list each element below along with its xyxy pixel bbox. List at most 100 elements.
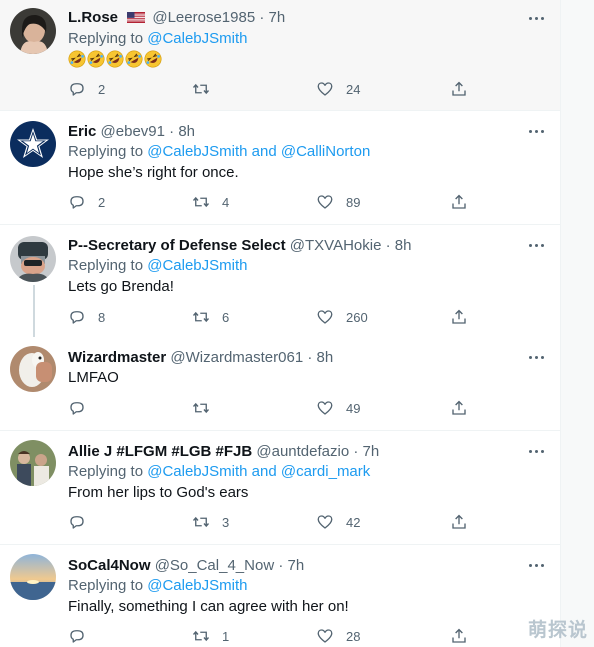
tweet[interactable]: P--Secretary of Defense Select @TXVAHoki… (0, 225, 560, 337)
more-icon[interactable] (526, 125, 546, 139)
reply-icon (70, 83, 84, 96)
like-icon (317, 515, 333, 529)
avatar[interactable] (10, 8, 56, 54)
replying-to: Replying to @CalebJSmith and @cardi_mark (68, 462, 370, 482)
like-count: 89 (346, 194, 361, 210)
avatar[interactable] (10, 236, 56, 282)
more-icon[interactable] (526, 351, 546, 365)
tweet[interactable]: L.Rose @Leerose1985 · 7h Replying to @Ca… (0, 0, 560, 111)
tweet-header: Allie J #LFGM #LGB #FJB @auntdefazio · 7… (68, 442, 379, 462)
like-button[interactable]: 260 (316, 307, 368, 327)
mention-joiner: and (251, 463, 277, 480)
display-name[interactable]: Eric (68, 123, 96, 140)
rolling-on-floor-laughing-icon (144, 50, 162, 68)
us-flag-icon (127, 12, 146, 23)
mention-link[interactable]: @cardi_mark (281, 463, 370, 480)
retweet-icon (192, 630, 210, 642)
more-icon[interactable] (526, 12, 546, 26)
timestamp[interactable]: 8h (317, 349, 334, 366)
replying-to: Replying to @CalebJSmith (68, 29, 247, 49)
share-button[interactable] (450, 512, 468, 532)
reply-button[interactable] (68, 512, 98, 532)
like-button[interactable]: 24 (316, 79, 360, 99)
more-icon[interactable] (526, 239, 546, 253)
avatar[interactable] (10, 346, 56, 392)
handle[interactable]: @Leerose1985 (152, 9, 255, 26)
display-name[interactable]: SoCal4Now (68, 557, 151, 574)
reply-button[interactable]: 2 (68, 79, 105, 99)
mention-link[interactable]: @CalliNorton (281, 143, 370, 160)
more-icon[interactable] (526, 559, 546, 573)
right-gutter (560, 0, 594, 647)
reply-button[interactable]: 2 (68, 192, 105, 212)
tweet[interactable]: Wizardmaster @Wizardmaster061 · 8h LMFAO… (0, 337, 560, 431)
like-icon (317, 82, 333, 96)
share-button[interactable] (450, 192, 468, 212)
share-button[interactable] (450, 79, 468, 99)
handle[interactable]: @Wizardmaster061 (170, 349, 303, 366)
tweet-actions: 2 4 89 (68, 192, 488, 212)
tweet[interactable]: SoCal4Now @So_Cal_4_Now · 7h Replying to… (0, 545, 560, 647)
reply-button[interactable] (68, 626, 98, 646)
mention-link[interactable]: @CalebJSmith (147, 143, 247, 160)
like-button[interactable]: 28 (316, 626, 360, 646)
display-name[interactable]: Wizardmaster (68, 349, 166, 366)
retweet-button[interactable]: 1 (192, 626, 229, 646)
tweet-actions: 8 6 260 (68, 307, 488, 327)
share-icon (452, 309, 466, 324)
retweet-button[interactable]: 4 (192, 192, 229, 212)
rolling-on-floor-laughing-icon (106, 50, 124, 68)
mention-link[interactable]: @CalebJSmith (147, 30, 247, 47)
mention-link[interactable]: @CalebJSmith (147, 463, 247, 480)
reply-icon (70, 311, 84, 324)
mention-link[interactable]: @CalebJSmith (147, 577, 247, 594)
retweet-button[interactable] (192, 398, 222, 418)
more-icon[interactable] (526, 445, 546, 459)
timestamp[interactable]: 7h (288, 557, 305, 574)
display-name[interactable]: Allie J #LFGM #LGB #FJB (68, 443, 252, 460)
tweet-text: Hope she’s right for once. (68, 164, 239, 181)
timestamp[interactable]: 8h (395, 237, 412, 254)
share-button[interactable] (450, 398, 468, 418)
like-button[interactable]: 42 (316, 512, 360, 532)
handle[interactable]: @TXVAHokie (290, 237, 382, 254)
retweet-button[interactable]: 3 (192, 512, 229, 532)
display-name[interactable]: P--Secretary of Defense Select (68, 237, 286, 254)
like-button[interactable]: 89 (316, 192, 360, 212)
reply-button[interactable]: 8 (68, 307, 105, 327)
handle[interactable]: @ebev91 (101, 123, 165, 140)
timestamp[interactable]: 8h (178, 123, 195, 140)
mention-link[interactable]: @CalebJSmith (147, 257, 247, 274)
tweet-text: LMFAO (68, 369, 119, 386)
reply-button[interactable] (68, 398, 98, 418)
tweet-header: Wizardmaster @Wizardmaster061 · 8h (68, 348, 333, 368)
reply-icon (70, 196, 84, 209)
share-button[interactable] (450, 307, 468, 327)
thread-connector (33, 285, 35, 337)
reply-count: 2 (98, 81, 106, 97)
tweet-actions: 49 (68, 398, 488, 418)
retweet-count: 3 (222, 514, 230, 530)
tweet-header: Eric @ebev91 · 8h (68, 122, 195, 142)
like-icon (317, 195, 333, 209)
retweet-button[interactable] (192, 79, 222, 99)
retweet-button[interactable]: 6 (192, 307, 229, 327)
replying-to: Replying to @CalebJSmith and @CalliNorto… (68, 142, 370, 162)
avatar[interactable] (10, 121, 56, 167)
tweet-text: Lets go Brenda! (68, 278, 174, 295)
avatar[interactable] (10, 440, 56, 486)
tweet[interactable]: Allie J #LFGM #LGB #FJB @auntdefazio · 7… (0, 431, 560, 545)
avatar[interactable] (10, 554, 56, 600)
display-name[interactable]: L.Rose (68, 9, 118, 26)
tweet[interactable]: Eric @ebev91 · 8h Replying to @CalebJSmi… (0, 111, 560, 225)
like-icon (317, 629, 333, 643)
handle[interactable]: @So_Cal_4_Now (155, 557, 274, 574)
like-count: 260 (346, 309, 368, 325)
share-button[interactable] (450, 626, 468, 646)
timestamp[interactable]: 7h (363, 443, 380, 460)
timestamp[interactable]: 7h (269, 9, 286, 26)
watermark: 萌探说 (527, 619, 588, 641)
handle[interactable]: @auntdefazio (256, 443, 349, 460)
like-button[interactable]: 49 (316, 398, 360, 418)
retweet-icon (192, 402, 210, 414)
